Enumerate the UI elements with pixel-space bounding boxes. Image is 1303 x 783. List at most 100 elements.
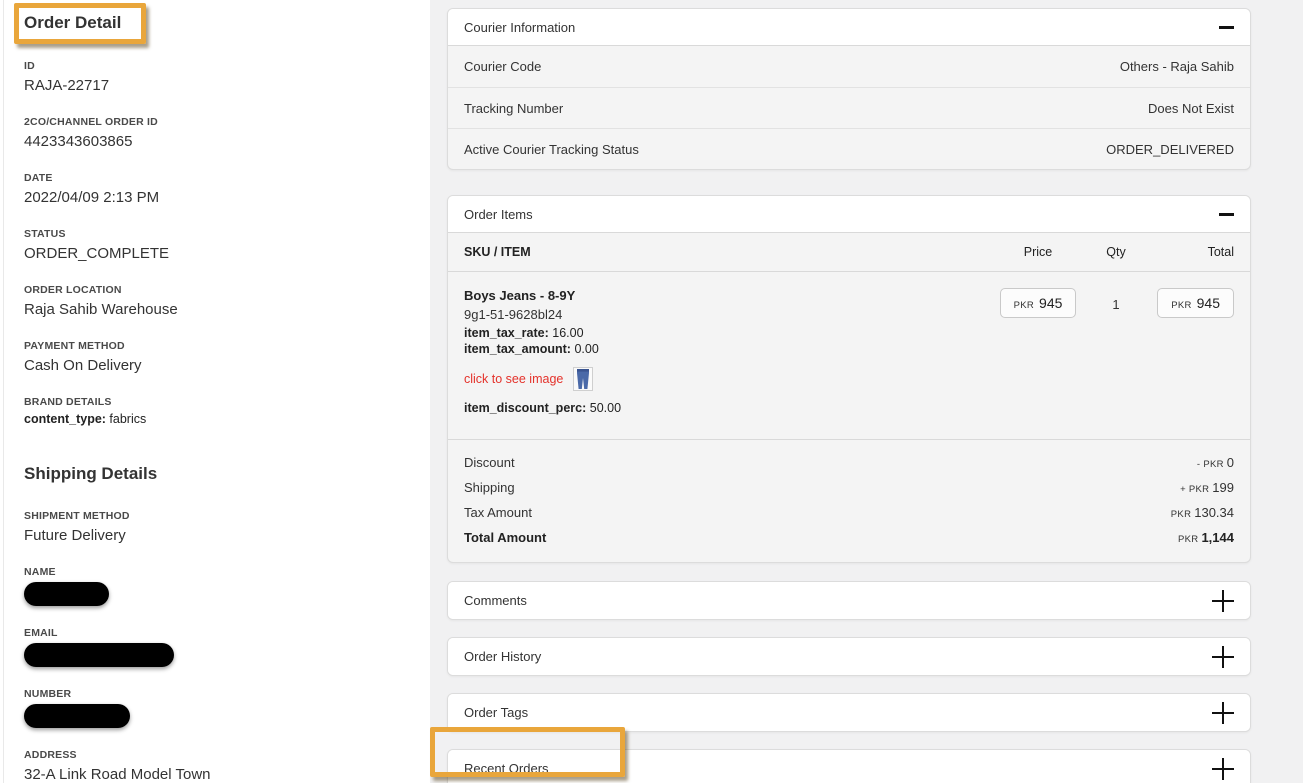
order-history-header[interactable]: Order History xyxy=(448,638,1250,675)
order-item-row: Boys Jeans - 8-9Y 9g1-51-9628bl24 item_t… xyxy=(448,272,1250,439)
column-qty: Qty xyxy=(1094,245,1138,259)
order-totals-section: Discount - PKR0 Shipping + PKR199 Tax Am… xyxy=(448,439,1250,562)
tax-amount-row: Tax Amount PKR130.34 xyxy=(464,500,1234,525)
field-status-label: STATUS xyxy=(24,228,406,240)
order-items-title: Order Items xyxy=(464,207,533,222)
comments-header[interactable]: Comments xyxy=(448,582,1250,619)
field-address-value: 32-A Link Road Model Town xyxy=(24,765,406,783)
collapse-icon[interactable] xyxy=(1219,26,1234,29)
jeans-icon xyxy=(576,369,590,389)
shipping-row: Shipping + PKR199 xyxy=(464,475,1234,500)
field-brand-details: BRAND DETAILS content_type: fabrics xyxy=(24,396,406,426)
courier-information-header[interactable]: Courier Information xyxy=(448,9,1250,46)
item-sku: 9g1-51-9628bl24 xyxy=(464,307,982,322)
field-id-value: RAJA-22717 xyxy=(24,76,406,95)
total-amount-label: Total Amount xyxy=(464,530,546,545)
price-currency: PKR xyxy=(1014,300,1034,311)
field-order-location: ORDER LOCATION Raja Sahib Warehouse xyxy=(24,284,406,319)
field-name-label: NAME xyxy=(24,566,406,578)
discount-row: Discount - PKR0 xyxy=(464,450,1234,475)
field-id-label: ID xyxy=(24,60,406,72)
redacted-name-value xyxy=(24,582,109,606)
total-amount: 945 xyxy=(1197,295,1220,311)
tax-amount-label: Tax Amount xyxy=(464,505,532,520)
field-channel-order-id: 2CO/CHANNEL ORDER ID 4423343603865 xyxy=(24,116,406,151)
recent-orders-header[interactable]: Recent Orders xyxy=(448,750,1250,783)
order-history-title: Order History xyxy=(464,649,541,664)
comments-panel: Comments xyxy=(447,581,1251,620)
field-number: NUMBER xyxy=(24,688,406,728)
item-total-cell: PKR 945 xyxy=(1138,288,1234,417)
jeans-thumbnail-image[interactable] xyxy=(573,367,593,391)
expand-icon[interactable] xyxy=(1212,702,1234,724)
column-sku-item: SKU / ITEM xyxy=(464,245,982,259)
total-currency: PKR xyxy=(1171,300,1191,311)
field-address-label: ADDRESS xyxy=(24,749,406,761)
item-price-cell: PKR 945 xyxy=(982,288,1094,417)
click-to-see-image-link[interactable]: click to see image xyxy=(464,372,563,386)
field-shipment-method: SHIPMENT METHOD Future Delivery xyxy=(24,510,406,545)
order-items-header[interactable]: Order Items xyxy=(448,196,1250,233)
courier-code-value: Others - Raja Sahib xyxy=(1120,59,1234,74)
field-channel-label: 2CO/CHANNEL ORDER ID xyxy=(24,116,406,128)
order-items-panel: Order Items SKU / ITEM Price Qty Total B… xyxy=(447,195,1251,563)
order-detail-page: Order Detail ID RAJA-22717 2CO/CHANNEL O… xyxy=(0,0,1303,783)
item-tax-rate: item_tax_rate: 16.00 xyxy=(464,326,982,340)
field-status-value: ORDER_COMPLETE xyxy=(24,244,406,263)
expand-icon[interactable] xyxy=(1212,590,1234,612)
field-number-label: NUMBER xyxy=(24,688,406,700)
courier-information-title: Courier Information xyxy=(464,20,575,35)
column-price: Price xyxy=(982,245,1094,259)
order-items-table-header: SKU / ITEM Price Qty Total xyxy=(448,233,1250,272)
field-name: NAME xyxy=(24,566,406,606)
expand-icon[interactable] xyxy=(1212,758,1234,780)
expand-icon[interactable] xyxy=(1212,646,1234,668)
item-qty-cell: 1 xyxy=(1094,288,1138,417)
field-id: ID RAJA-22717 xyxy=(24,60,406,95)
item-tax-amount: item_tax_amount: 0.00 xyxy=(464,342,982,356)
courier-code-label: Courier Code xyxy=(464,59,541,74)
tracking-status-label: Active Courier Tracking Status xyxy=(464,142,639,157)
recent-orders-panel: Recent Orders xyxy=(447,749,1251,783)
order-tags-title: Order Tags xyxy=(464,705,528,720)
field-date: DATE 2022/04/09 2:13 PM xyxy=(24,172,406,207)
item-discount-perc: item_discount_perc: 50.00 xyxy=(464,401,982,415)
order-panels-area: Courier Information Courier Code Others … xyxy=(430,0,1303,783)
comments-title: Comments xyxy=(464,593,527,608)
field-status: STATUS ORDER_COMPLETE xyxy=(24,228,406,263)
tracking-number-value: Does Not Exist xyxy=(1148,101,1234,116)
redacted-email-value xyxy=(24,643,174,667)
price-chip: PKR 945 xyxy=(1000,288,1077,318)
field-email-label: EMAIL xyxy=(24,627,406,639)
collapse-icon[interactable] xyxy=(1219,213,1234,216)
total-chip: PKR 945 xyxy=(1157,288,1234,318)
price-amount: 945 xyxy=(1039,295,1062,311)
column-total: Total xyxy=(1138,245,1234,259)
order-history-panel: Order History xyxy=(447,637,1251,676)
field-payment-method: PAYMENT METHOD Cash On Delivery xyxy=(24,340,406,375)
page-title: Order Detail xyxy=(24,12,406,34)
field-date-value: 2022/04/09 2:13 PM xyxy=(24,188,406,207)
field-brand-label: BRAND DETAILS xyxy=(24,396,406,408)
sidebar-divider xyxy=(3,0,4,783)
shipping-details-title: Shipping Details xyxy=(24,464,406,484)
field-location-label: ORDER LOCATION xyxy=(24,284,406,296)
recent-orders-title: Recent Orders xyxy=(464,761,549,776)
field-payment-value: Cash On Delivery xyxy=(24,356,406,375)
field-date-label: DATE xyxy=(24,172,406,184)
field-email: EMAIL xyxy=(24,627,406,667)
discount-label: Discount xyxy=(464,455,515,470)
redacted-number-value xyxy=(24,704,130,728)
field-payment-label: PAYMENT METHOD xyxy=(24,340,406,352)
field-shipment-label: SHIPMENT METHOD xyxy=(24,510,406,522)
tracking-status-row: Active Courier Tracking Status ORDER_DEL… xyxy=(448,128,1250,169)
field-channel-value: 4423343603865 xyxy=(24,132,406,151)
order-tags-header[interactable]: Order Tags xyxy=(448,694,1250,731)
tracking-number-row: Tracking Number Does Not Exist xyxy=(448,87,1250,128)
field-shipment-value: Future Delivery xyxy=(24,526,406,545)
tracking-status-value: ORDER_DELIVERED xyxy=(1106,142,1234,157)
courier-code-row: Courier Code Others - Raja Sahib xyxy=(448,46,1250,87)
field-address: ADDRESS 32-A Link Road Model Town xyxy=(24,749,406,783)
tracking-number-label: Tracking Number xyxy=(464,101,563,116)
qty-value: 1 xyxy=(1094,297,1138,312)
